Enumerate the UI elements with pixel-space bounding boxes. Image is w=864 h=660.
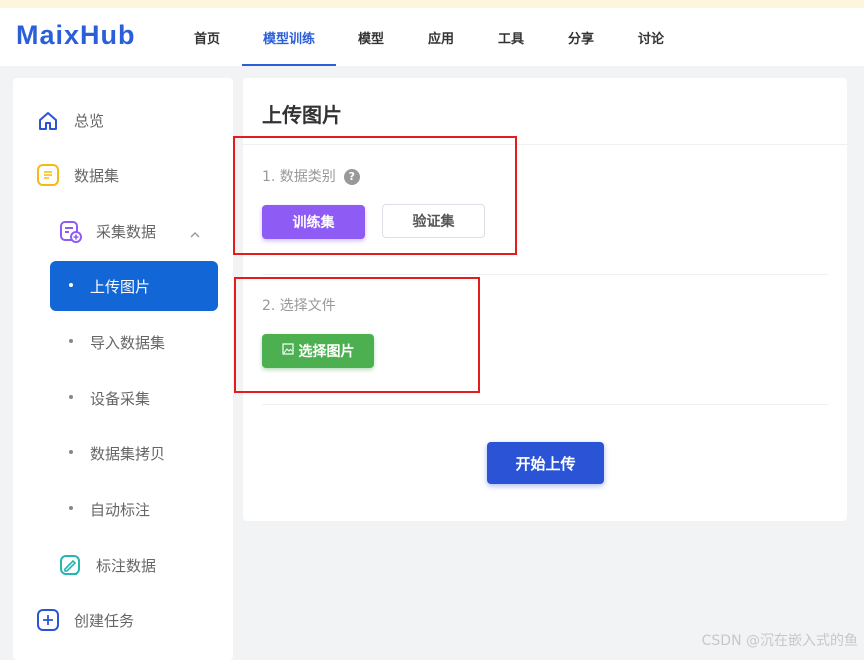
main-nav: 首页 模型训练 模型 应用 工具 分享 讨论 (172, 8, 686, 66)
bullet-dot (69, 506, 73, 510)
bullet-dot (69, 283, 73, 287)
sidebar-item-label: 数据集 (74, 166, 120, 185)
bullet-dot (69, 450, 73, 454)
sidebar-sub-import-dataset[interactable]: 导入数据集 (50, 317, 218, 367)
sidebar-item-label: 创建任务 (74, 611, 135, 630)
edit-icon (59, 554, 83, 582)
sidebar-sub-label: 导入数据集 (90, 333, 166, 352)
top-notice-strip (0, 0, 864, 8)
plus-icon (37, 609, 59, 631)
sidebar-sub-device-collect[interactable]: 设备采集 (50, 373, 218, 423)
nav-model-training[interactable]: 模型训练 (242, 8, 336, 66)
annotation-box-category (233, 136, 517, 255)
nav-tools[interactable]: 工具 (476, 8, 546, 66)
sidebar-item-label: 标注数据 (96, 556, 157, 575)
sidebar-sub-label: 数据集拷贝 (90, 444, 166, 463)
top-header: MaixHub 首页 模型训练 模型 应用 工具 分享 讨论 (0, 8, 864, 66)
document-icon (37, 164, 59, 186)
divider (262, 404, 828, 405)
sidebar-sub-label: 上传图片 (90, 277, 151, 296)
sidebar-sub-auto-label[interactable]: 自动标注 (50, 484, 218, 534)
sidebar-sub-label: 设备采集 (90, 389, 151, 408)
start-upload-button[interactable]: 开始上传 (487, 442, 604, 484)
sidebar-item-label-data[interactable]: 标注数据 (13, 545, 233, 585)
add-file-icon (59, 220, 83, 248)
sidebar-sub-label: 自动标注 (90, 500, 151, 519)
sidebar-item-dataset[interactable]: 数据集 (13, 155, 233, 195)
divider (262, 274, 828, 275)
bullet-dot (69, 395, 73, 399)
nav-home[interactable]: 首页 (172, 8, 242, 66)
maixhub-logo[interactable]: MaixHub (16, 20, 136, 51)
sidebar-sub-dataset-copy[interactable]: 数据集拷贝 (50, 428, 218, 478)
page-title: 上传图片 (262, 103, 342, 127)
sidebar-item-overview[interactable]: 总览 (13, 100, 233, 140)
nav-models[interactable]: 模型 (336, 8, 406, 66)
sidebar: 总览 数据集 采集数据 上传图片 导入数据集 设备采集 数据集拷贝 自动标注 标… (13, 78, 233, 660)
nav-share[interactable]: 分享 (546, 8, 616, 66)
sidebar-item-collect[interactable]: 采集数据 (13, 211, 233, 251)
bullet-dot (69, 339, 73, 343)
watermark: CSDN @沉在嵌入式的鱼 (701, 633, 858, 649)
home-icon (36, 109, 60, 137)
nav-apps[interactable]: 应用 (406, 8, 476, 66)
sidebar-sub-upload-images[interactable]: 上传图片 (50, 261, 218, 311)
sidebar-item-label: 采集数据 (96, 222, 157, 241)
chevron-up-icon[interactable] (190, 225, 200, 243)
sidebar-item-create-task[interactable]: 创建任务 (13, 600, 233, 640)
annotation-box-file (234, 277, 480, 393)
nav-discuss[interactable]: 讨论 (616, 8, 686, 66)
sidebar-item-label: 总览 (74, 111, 105, 130)
